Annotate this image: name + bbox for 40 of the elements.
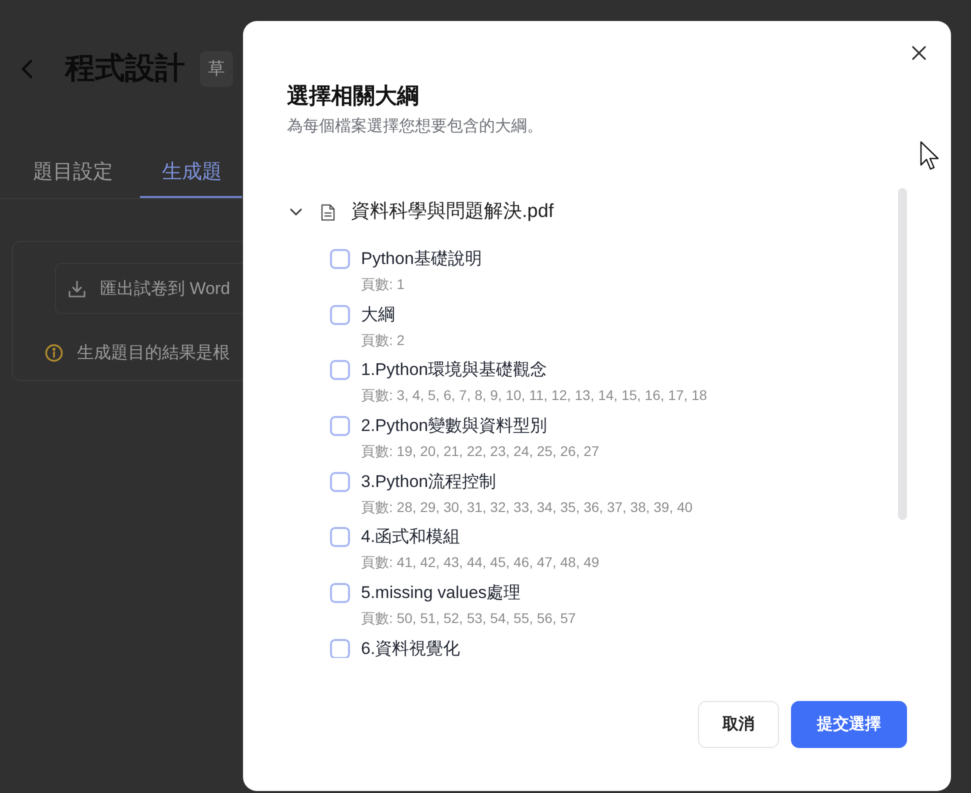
page-numbers: 頁數: 19, 20, 21, 22, 23, 24, 25, 26, 27	[361, 442, 600, 462]
dialog-subtitle: 為每個檔案選擇您想要包含的大綱。	[287, 116, 544, 137]
outline-title: 6.資料視覺化	[361, 638, 460, 658]
cancel-button[interactable]: 取消	[698, 701, 779, 748]
page-numbers: 頁數: 41, 42, 43, 44, 45, 46, 47, 48, 49	[361, 553, 600, 572]
page-numbers: 頁數: 50, 51, 52, 53, 54, 55, 56, 57	[361, 609, 576, 628]
page-numbers: 頁數: 2	[361, 330, 405, 350]
tab[interactable]: 題目設定	[11, 148, 133, 198]
status-badge: 草	[200, 51, 233, 87]
checkbox[interactable]	[330, 360, 350, 380]
checkbox[interactable]	[330, 583, 350, 604]
outline-title: 大綱	[361, 304, 396, 326]
outline-title: 2.Python變數與資料型別	[361, 415, 548, 438]
chevron-down-icon[interactable]	[290, 208, 302, 216]
close-icon	[912, 46, 926, 60]
page-numbers: 頁數: 28, 29, 30, 31, 32, 33, 34, 35, 36, 37, 38, 39, 40	[361, 498, 693, 517]
file-name: 資料科學與問題解決.pdf	[351, 200, 554, 224]
checkbox[interactable]	[330, 416, 350, 436]
checkbox[interactable]	[330, 472, 350, 492]
back-icon[interactable]	[20, 59, 34, 79]
page-numbers: 頁數: 3, 4, 5, 6, 7, 8, 9, 10, 11, 12, 13, 14, 15, 16, 17, 18	[361, 386, 708, 406]
cursor-icon	[920, 141, 940, 171]
submit-button[interactable]: 提交選擇	[791, 701, 907, 748]
outline-title: Python基礎說明	[361, 248, 482, 270]
page-numbers: 頁數: 1	[361, 275, 406, 294]
export-button[interactable]: 匯出試卷到 Word	[55, 263, 243, 314]
download-icon	[68, 280, 86, 298]
checkbox[interactable]	[330, 304, 350, 325]
scrollbar-thumb[interactable]	[898, 188, 907, 520]
checkbox[interactable]	[330, 527, 350, 548]
dialog-title: 選擇相關大綱	[287, 82, 420, 110]
info-icon	[45, 344, 63, 362]
outline-title: 5.missing values處理	[361, 582, 522, 604]
document-icon	[321, 204, 335, 220]
checkbox[interactable]	[330, 249, 350, 269]
outline-title: 4.函式和模組	[361, 526, 462, 548]
checkbox[interactable]	[330, 638, 350, 658]
outline-title: 3.Python流程控制	[361, 470, 498, 493]
outline-title: 1.Python環境與基礎觀念	[361, 359, 548, 382]
notice-text: 生成題目的結果是根	[77, 342, 230, 364]
